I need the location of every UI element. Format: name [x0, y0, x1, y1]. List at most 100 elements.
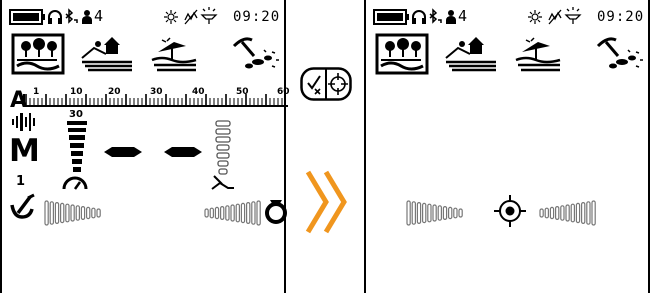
signal-bar: [246, 202, 251, 225]
clock: 09:20: [597, 9, 645, 25]
signal-bar: [544, 207, 549, 219]
ruler-tick-30: 30: [150, 87, 163, 97]
sensitivity-stack: [67, 121, 87, 172]
target-id-dash-1: [104, 147, 142, 157]
signal-bar: [427, 203, 432, 223]
signal-bar: [437, 205, 442, 221]
target-id-dash-2: [164, 147, 202, 157]
bluetooth-low-icon: [65, 8, 78, 24]
signal-bar: [59, 202, 65, 224]
ruler-tick-40: 40: [192, 87, 205, 97]
ruler-tick-1: 1: [33, 87, 40, 97]
user-count: 4: [458, 7, 468, 25]
signal-bar: [65, 203, 70, 223]
signal-bar: [80, 206, 86, 221]
ruler-tick-10: 10: [70, 87, 83, 97]
signal-bar: [49, 201, 55, 225]
signal-bar: [230, 204, 235, 222]
signal-bar: [220, 206, 225, 221]
signal-bar: [96, 208, 101, 218]
headphones-icon: [48, 10, 62, 24]
signal-bar: [539, 208, 544, 218]
double-chevron-right-icon: [305, 170, 347, 234]
field-mode-icon[interactable]: [81, 37, 132, 72]
signal-bar: [214, 206, 220, 220]
signal-bar: [560, 205, 565, 221]
park-mode-icon[interactable]: [375, 33, 429, 75]
battery-full-icon: [373, 9, 409, 25]
screen-graphics: [373, 7, 643, 227]
backlight-icon: [164, 10, 178, 24]
signal-bar: [240, 202, 246, 224]
signal-bar: [416, 202, 422, 225]
signal-bar: [586, 201, 591, 225]
signal-bar: [442, 206, 448, 221]
signal-bar: [251, 201, 256, 225]
flashlight-icon: [564, 7, 582, 24]
detector-screen-pinpoint: 4 09:20: [364, 0, 650, 293]
beach-mode-icon[interactable]: [515, 37, 561, 72]
ruler-label: A: [10, 88, 28, 113]
clock: 09:20: [233, 9, 281, 25]
signal-bar: [256, 200, 261, 226]
user-count: 4: [94, 7, 104, 25]
signal-bar: [225, 205, 230, 221]
signal-bars-right: [204, 200, 261, 226]
signal-bar: [411, 201, 417, 225]
battery-full-icon: [9, 9, 45, 25]
pinpoint-bars-right: [539, 200, 596, 226]
ground-balance-icon: [211, 175, 234, 190]
signal-bar: [581, 202, 586, 225]
user-icon: [446, 10, 456, 24]
bluetooth-low-icon: [429, 8, 442, 24]
vibration-off-icon: [548, 9, 562, 25]
headphones-icon: [412, 10, 426, 24]
flashlight-icon: [200, 7, 218, 24]
signal-bar: [555, 206, 560, 221]
ruler-tick-60: 60: [277, 87, 290, 97]
gold-mode-icon[interactable]: [232, 37, 279, 69]
signal-bar: [453, 207, 458, 219]
gold-mode-icon[interactable]: [596, 37, 643, 69]
speed-gauge-icon: [62, 176, 88, 190]
signal-bar: [565, 204, 570, 222]
signal-bar: [421, 202, 427, 224]
signal-bar: [406, 200, 411, 226]
user-icon: [82, 10, 92, 24]
signal-bar: [575, 202, 581, 224]
field-mode-icon[interactable]: [445, 37, 496, 72]
screen-graphics: [9, 7, 288, 226]
signal-bar: [54, 202, 60, 225]
signal-bar: [591, 200, 596, 226]
signal-bar: [235, 203, 240, 223]
sensitivity-value: 30: [69, 109, 83, 120]
pinpoint-crosshair-icon: [494, 195, 526, 227]
beach-mode-icon[interactable]: [151, 37, 197, 72]
park-mode-icon[interactable]: [11, 33, 65, 75]
detector-screen-normal: 4 09:20 A 1 10 20 30 40 50 60 30 M 1: [0, 0, 290, 293]
discrimination-pinpoint-switch-icon[interactable]: [300, 67, 352, 101]
signal-bar: [209, 207, 214, 219]
signal-bar: [44, 200, 49, 226]
signal-bar: [549, 206, 555, 220]
vibration-audio-icon: [12, 113, 35, 131]
signal-bar: [458, 208, 463, 218]
backlight-icon: [528, 10, 542, 24]
ruler-tick-20: 20: [108, 87, 121, 97]
ruler-tick-50: 50: [236, 87, 249, 97]
pinpoint-bars-left: [406, 200, 463, 226]
ring-icon: [265, 200, 287, 224]
mode-letter: M: [9, 133, 40, 169]
vibration-off-icon: [184, 9, 198, 25]
ground-balance-stack: [215, 120, 231, 175]
signal-bar: [447, 206, 453, 220]
signal-bar: [570, 203, 575, 223]
signal-bar: [85, 206, 91, 220]
signal-bars-left: [44, 200, 101, 226]
signal-bar: [91, 207, 96, 219]
frequency-label: 1: [16, 174, 26, 189]
coil-icon: [10, 193, 35, 219]
signal-bar: [70, 204, 75, 222]
signal-bar: [204, 208, 209, 218]
signal-bar: [75, 205, 80, 221]
